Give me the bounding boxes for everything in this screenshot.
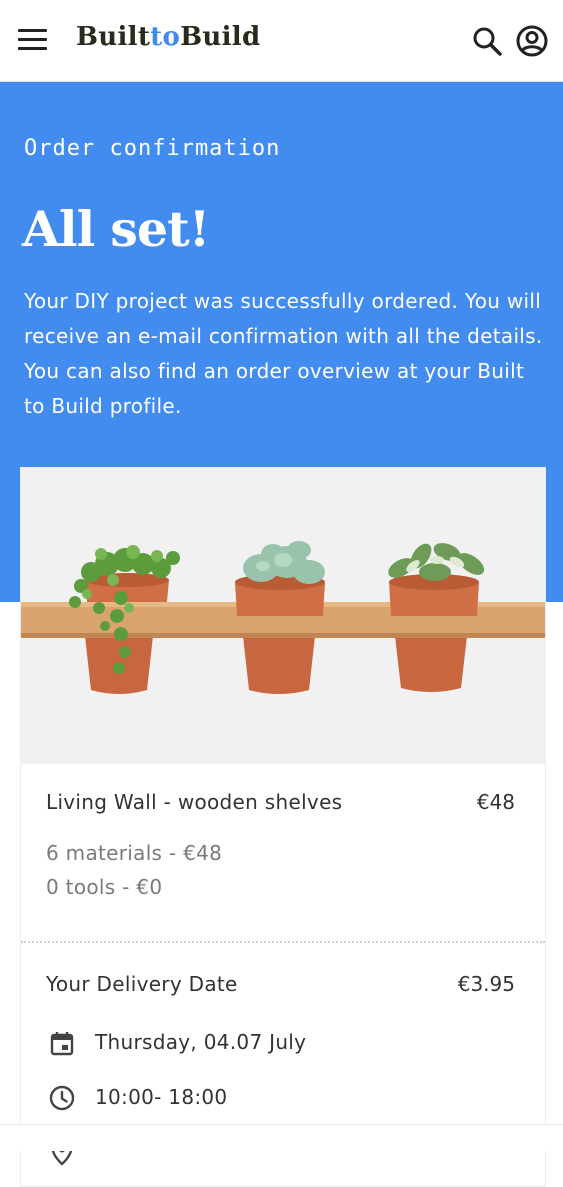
- hamburger-menu-icon[interactable]: [17, 29, 49, 51]
- clock-icon: [48, 1084, 76, 1112]
- top-navigation-bar: BuilttoBuild: [0, 0, 563, 82]
- calendar-icon: [48, 1029, 76, 1057]
- search-icon[interactable]: [470, 24, 504, 58]
- brand-logo[interactable]: BuilttoBuild: [76, 22, 260, 52]
- product-image: [21, 468, 545, 764]
- product-price: €48: [476, 790, 515, 814]
- product-line: Living Wall - wooden shelves €48: [46, 790, 515, 814]
- delivery-header: Your Delivery Date €3.95: [46, 972, 515, 996]
- delivery-time: 10:00- 18:00: [95, 1085, 228, 1109]
- tools-summary: 0 tools - €0: [46, 875, 163, 899]
- account-circle-icon[interactable]: [515, 24, 549, 58]
- order-summary-card: Living Wall - wooden shelves €48 6 mater…: [20, 467, 546, 1187]
- confirmation-message: Your DIY project was successfully ordere…: [24, 289, 543, 418]
- bottom-edge: [0, 1124, 563, 1151]
- materials-summary: 6 materials - €48: [46, 841, 223, 865]
- hero-label: Order confirmation: [24, 136, 281, 161]
- logo-text-built: Built: [76, 22, 151, 52]
- section-divider: [21, 941, 545, 943]
- delivery-title: Your Delivery Date: [46, 972, 238, 996]
- delivery-date: Thursday, 04.07 July: [95, 1030, 307, 1054]
- product-name: Living Wall - wooden shelves: [46, 790, 343, 814]
- delivery-price: €3.95: [457, 972, 515, 996]
- logo-text-to: to: [150, 22, 181, 52]
- logo-text-build: Build: [180, 22, 261, 52]
- page-title: All set!: [22, 200, 210, 258]
